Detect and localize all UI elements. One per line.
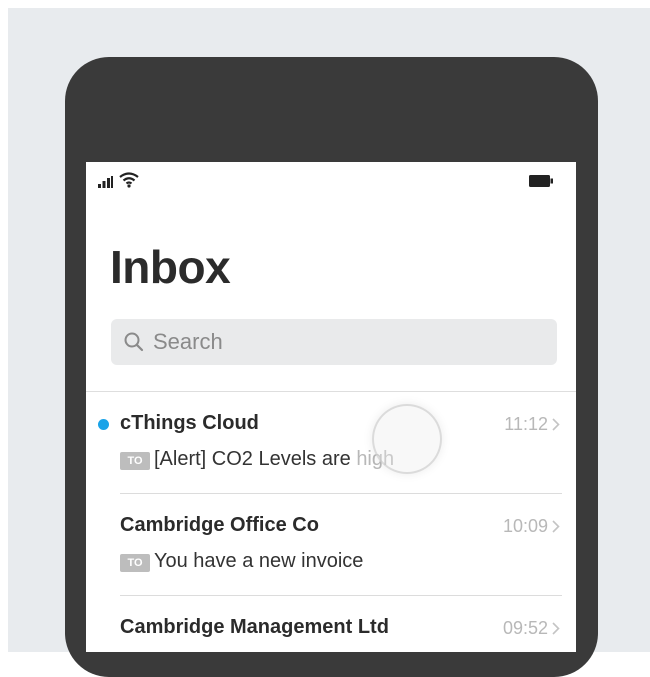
email-time: 11:12 (504, 414, 548, 434)
email-sender: Cambridge Management Ltd (120, 616, 389, 638)
page-title: Inbox (110, 241, 231, 293)
battery-icon (529, 175, 553, 187)
chevron-right-icon (552, 622, 560, 635)
email-subject: [Alert] CO2 Levels are high (154, 448, 395, 470)
email-subject: You have a new invoice (154, 550, 364, 572)
wifi-icon (119, 172, 139, 188)
unread-indicator (98, 419, 109, 430)
phone-screen: Inbox cThings Cloud 11:12 TO [Alert] CO2… (86, 162, 576, 652)
chevron-right-icon (552, 418, 560, 431)
search-icon (124, 332, 144, 352)
email-time: 09:52 (502, 618, 548, 638)
search-bar[interactable] (111, 319, 557, 365)
email-row[interactable]: Cambridge Office Co 10:09 TO You have a … (86, 494, 576, 596)
chevron-right-icon (552, 520, 560, 533)
email-row[interactable]: cThings Cloud 11:12 TO [Alert] CO2 Level… (86, 392, 576, 494)
email-row[interactable]: Cambridge Management Ltd 09:52 (86, 596, 576, 652)
signal-icon (98, 176, 113, 188)
search-input[interactable] (153, 319, 533, 365)
recipient-badge: TO (120, 452, 150, 470)
email-time: 10:09 (502, 516, 548, 536)
email-sender: cThings Cloud (120, 412, 259, 434)
email-sender: Cambridge Office Co (120, 514, 319, 536)
touch-indicator (372, 404, 442, 474)
status-bar (86, 162, 576, 202)
recipient-badge: TO (120, 554, 150, 572)
